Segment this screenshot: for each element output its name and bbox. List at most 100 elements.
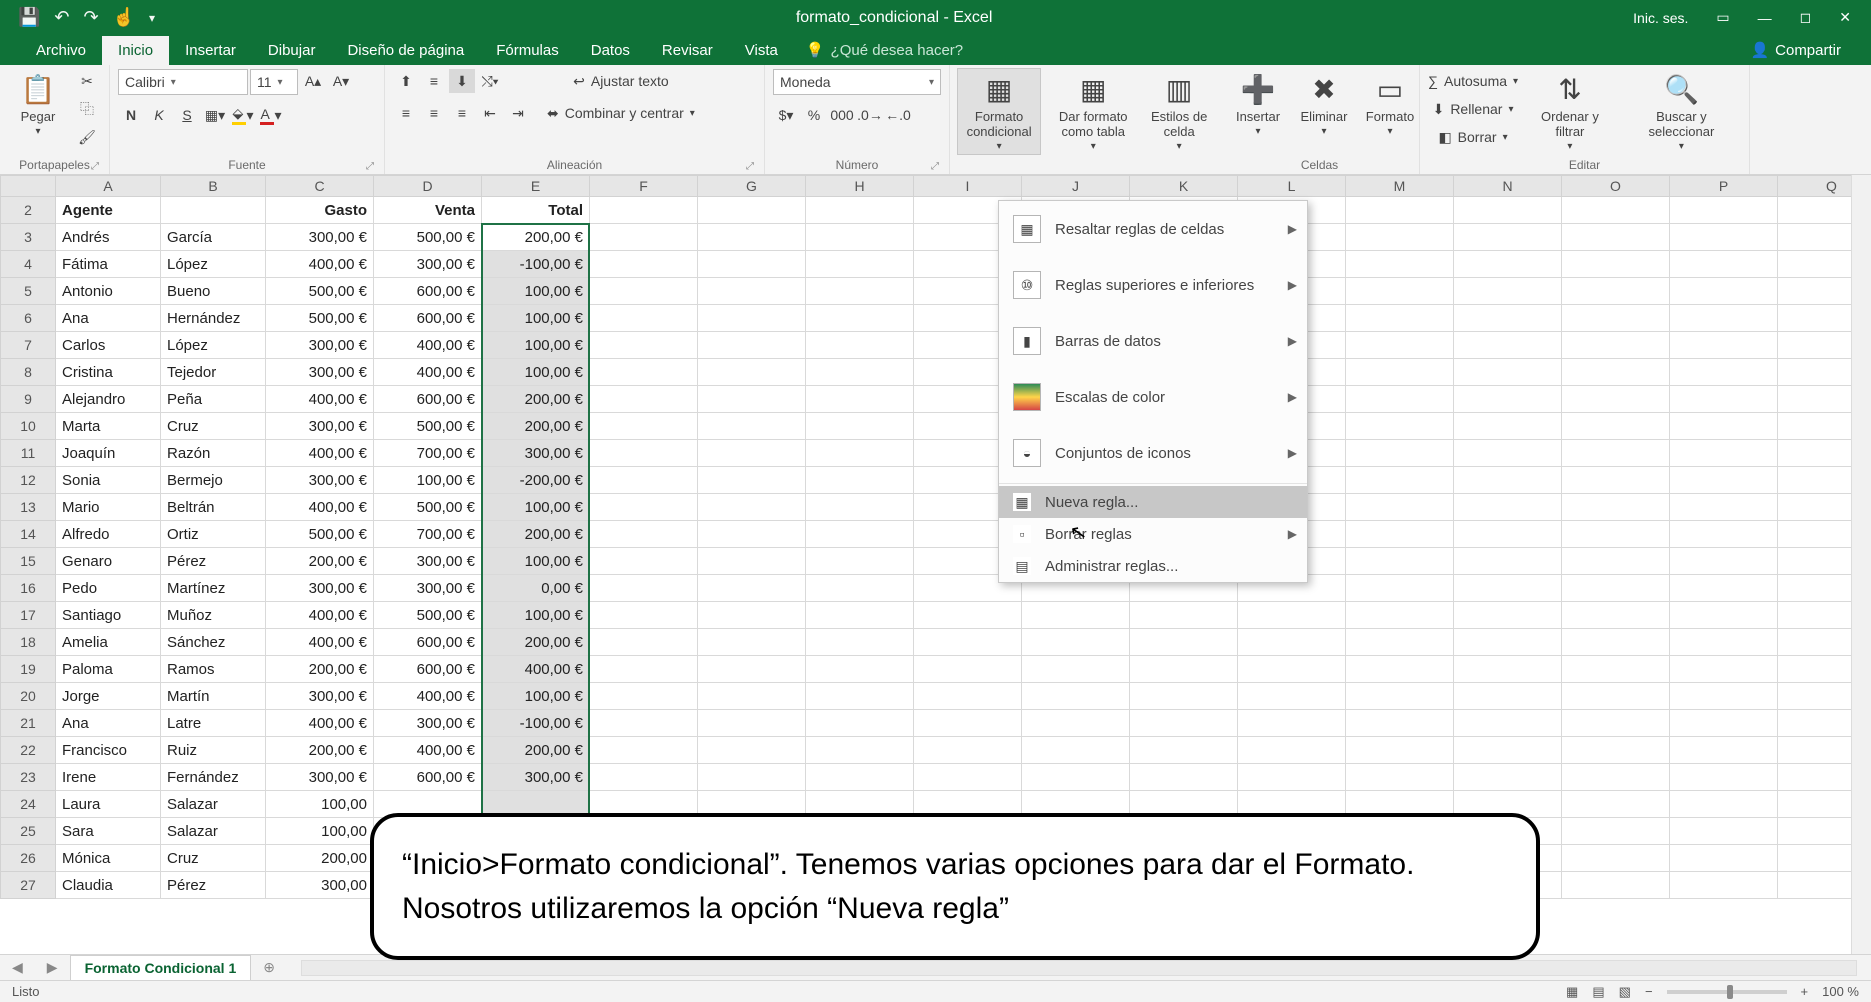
bold-button[interactable]: N [118, 103, 144, 127]
cell[interactable] [698, 413, 806, 440]
cell[interactable] [806, 710, 914, 737]
orientation-icon[interactable]: ⤭▾ [477, 69, 503, 93]
cell[interactable]: 600,00 € [374, 278, 482, 305]
italic-button[interactable]: K [146, 103, 172, 127]
cell[interactable] [1670, 359, 1778, 386]
cell[interactable] [806, 494, 914, 521]
cell[interactable] [590, 332, 698, 359]
cell[interactable] [1562, 575, 1670, 602]
cell[interactable] [1670, 332, 1778, 359]
decrease-font-icon[interactable]: A▾ [328, 69, 354, 93]
cell[interactable] [1670, 764, 1778, 791]
cell[interactable]: Ramos [161, 656, 266, 683]
cell[interactable] [1238, 737, 1346, 764]
cell[interactable] [914, 602, 1022, 629]
cell[interactable] [1238, 602, 1346, 629]
cell[interactable] [698, 548, 806, 575]
paste-button[interactable]: 📋 Pegar ▾ [8, 69, 68, 139]
cell[interactable]: 200,00 € [266, 737, 374, 764]
cell[interactable] [1562, 845, 1670, 872]
cell[interactable] [698, 251, 806, 278]
cell[interactable] [1562, 656, 1670, 683]
cell[interactable] [1670, 494, 1778, 521]
merge-center-button[interactable]: ⬌Combinar y centrar▾ [541, 101, 701, 125]
cell[interactable] [1670, 656, 1778, 683]
cell[interactable] [590, 629, 698, 656]
cell[interactable] [1454, 494, 1562, 521]
horizontal-scrollbar[interactable] [301, 960, 1857, 976]
autosum-button[interactable]: ∑Autosuma▾ [1428, 69, 1518, 93]
cell[interactable] [1346, 197, 1454, 224]
cell[interactable]: 300,00 € [374, 575, 482, 602]
cell[interactable]: Bermejo [161, 467, 266, 494]
cell[interactable]: Sonia [56, 467, 161, 494]
cell[interactable]: 500,00 € [266, 521, 374, 548]
touch-mode-icon[interactable]: ☝ [113, 7, 135, 28]
tab-dibujar[interactable]: Dibujar [252, 36, 332, 65]
cell[interactable] [1670, 818, 1778, 845]
cell[interactable]: 200,00 € [266, 548, 374, 575]
cell[interactable] [1454, 305, 1562, 332]
minimize-icon[interactable]: — [1758, 10, 1772, 26]
cell[interactable] [1454, 224, 1562, 251]
cell[interactable] [1454, 656, 1562, 683]
cell[interactable] [1454, 575, 1562, 602]
cell[interactable] [1562, 332, 1670, 359]
cell[interactable] [1670, 602, 1778, 629]
cell[interactable] [1130, 764, 1238, 791]
menu-data-bars[interactable]: ▮Barras de datos▶ [999, 313, 1307, 369]
cell[interactable] [698, 683, 806, 710]
cell[interactable]: 100,00 € [482, 683, 590, 710]
cell[interactable]: 400,00 € [482, 656, 590, 683]
cell[interactable] [914, 683, 1022, 710]
cell[interactable] [1670, 440, 1778, 467]
cell[interactable]: Martín [161, 683, 266, 710]
cell[interactable]: 300,00 € [266, 764, 374, 791]
row-header[interactable]: 21 [0, 710, 56, 737]
cell[interactable] [1346, 764, 1454, 791]
cell[interactable] [1670, 710, 1778, 737]
cell[interactable] [1454, 710, 1562, 737]
column-header[interactable]: A [56, 175, 161, 197]
dialog-launcher-icon[interactable]: ⤢ [366, 161, 374, 172]
cell[interactable]: Pérez [161, 548, 266, 575]
cell[interactable]: 100,00 [266, 818, 374, 845]
column-header[interactable]: E [482, 175, 590, 197]
cell[interactable] [1562, 467, 1670, 494]
cell[interactable]: 300,00 € [266, 359, 374, 386]
cell[interactable] [1238, 764, 1346, 791]
cell[interactable] [1346, 710, 1454, 737]
cell[interactable] [1670, 872, 1778, 899]
clear-button[interactable]: ◧Borrar▾ [1428, 125, 1518, 149]
cell[interactable]: Joaquín [56, 440, 161, 467]
cell[interactable]: 400,00 € [374, 359, 482, 386]
cell[interactable] [806, 467, 914, 494]
cell[interactable] [1670, 575, 1778, 602]
cell[interactable] [1454, 359, 1562, 386]
cell[interactable]: 100,00 € [482, 359, 590, 386]
dialog-launcher-icon[interactable]: ⤢ [746, 161, 754, 172]
cell[interactable] [806, 224, 914, 251]
cell[interactable]: 100,00 € [482, 548, 590, 575]
cell[interactable] [1562, 548, 1670, 575]
cell[interactable] [590, 440, 698, 467]
cell[interactable] [1022, 764, 1130, 791]
tab-archivo[interactable]: Archivo [20, 36, 102, 65]
view-pagebreak-icon[interactable]: ▧ [1619, 984, 1631, 1000]
cell[interactable] [1238, 710, 1346, 737]
cell[interactable]: Pedo [56, 575, 161, 602]
align-left-icon[interactable]: ≡ [393, 101, 419, 125]
cell[interactable]: López [161, 332, 266, 359]
column-header[interactable]: H [806, 175, 914, 197]
cell[interactable] [806, 251, 914, 278]
cell[interactable]: 700,00 € [374, 521, 482, 548]
cell[interactable] [698, 278, 806, 305]
cell[interactable]: Martínez [161, 575, 266, 602]
cell[interactable]: Laura [56, 791, 161, 818]
cell[interactable] [1562, 602, 1670, 629]
cell[interactable] [1346, 224, 1454, 251]
cell[interactable]: Pérez [161, 872, 266, 899]
cell[interactable]: Carlos [56, 332, 161, 359]
cell[interactable] [1346, 494, 1454, 521]
cell[interactable]: Gasto [266, 197, 374, 224]
